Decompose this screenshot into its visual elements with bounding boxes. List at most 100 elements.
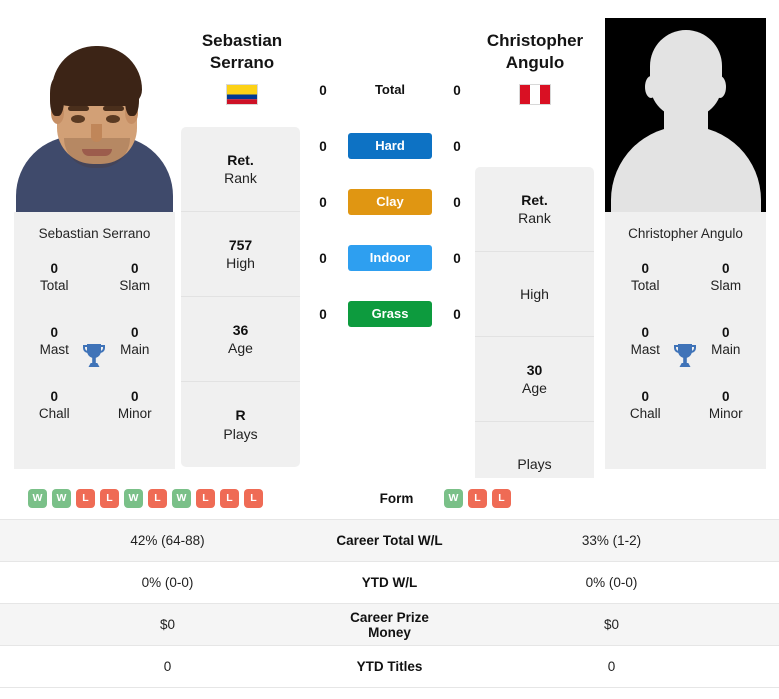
surface-badge-hard: Hard <box>348 133 432 159</box>
titles-row: 0 Mast 0 Main <box>14 325 175 389</box>
silhouette-ear-left <box>645 76 657 98</box>
title-label: Chall <box>629 405 661 421</box>
headshot-illustration <box>14 18 175 212</box>
surface-wins-left: 0 <box>319 194 327 210</box>
form-badge-loss: L <box>148 489 167 508</box>
surface-wins-left: 0 <box>319 138 327 154</box>
stat-rank-left: Ret. Rank <box>181 127 300 212</box>
form-cell-right: WLL <box>430 489 779 508</box>
form-badges-left: WWLLWLWLLL <box>28 489 363 508</box>
headshot-brow-left <box>68 106 89 111</box>
headshot-mouth <box>82 149 112 156</box>
trophy-icon <box>669 340 703 374</box>
stat-rank-right: Ret. Rank <box>475 167 594 252</box>
ytd-wl-right: 0% (0-0) <box>585 575 638 590</box>
player-name-right-line2: Angulo <box>505 53 565 73</box>
stat-plays-left: R Plays <box>181 382 300 467</box>
stat-value: R <box>235 407 246 424</box>
titles-row: 0 Mast 0 Main <box>605 325 766 389</box>
title-value: 0 <box>130 261 139 276</box>
headshot-eye-left <box>71 115 85 123</box>
stat-value: Ret. <box>227 151 254 168</box>
table-row-form: WWLLWLWLLL Form WLL <box>0 478 779 520</box>
player-name-caption-left: Sebastian Serrano <box>14 212 175 255</box>
stat-value: 757 <box>228 236 253 253</box>
form-badge-win: W <box>444 489 463 508</box>
titles-grid-right: 0 Total 0 Slam 0 Mast 0 Main 0 Chall 0 M… <box>605 255 766 469</box>
table-row-ytd-wl: 0% (0-0) YTD W/L 0% (0-0) <box>0 562 779 604</box>
trophy-icon <box>78 340 112 374</box>
surface-wins-right: 0 <box>453 306 461 322</box>
player-photo-left <box>14 18 175 212</box>
form-badge-loss: L <box>492 489 511 508</box>
stat-age-right: 30 Age <box>475 337 594 422</box>
title-slam-right: 0 Slam <box>686 261 767 325</box>
stat-label: Plays <box>517 456 552 473</box>
surface-row-total: 0 Total 0 <box>310 62 470 118</box>
title-label: Slam <box>119 277 151 293</box>
row-label-career-total-wl: Career Total W/L <box>336 533 443 548</box>
form-badge-loss: L <box>100 489 119 508</box>
table-row-career-total-wl: 42% (64-88) Career Total W/L 33% (1-2) <box>0 520 779 562</box>
surface-badge-clay: Clay <box>348 189 432 215</box>
titles-grid-left: 0 Total 0 Slam 0 Mast 0 Main 0 Chall 0 M… <box>14 255 175 469</box>
form-badge-win: W <box>28 489 47 508</box>
surface-badge-grass: Grass <box>348 301 432 327</box>
title-chall-right: 0 Chall <box>605 389 686 453</box>
silhouette-placeholder-icon <box>605 18 766 212</box>
form-badge-loss: L <box>244 489 263 508</box>
surface-wins-right: 0 <box>453 138 461 154</box>
player-comparison-header: Sebastian Serrano 0 Total 0 Slam 0 Mast <box>0 0 779 507</box>
silhouette-body <box>610 126 761 212</box>
career-total-wl-right: 33% (1-2) <box>581 533 642 548</box>
title-total-right: 0 Total <box>605 261 686 325</box>
career-prize-money-right: $0 <box>603 617 620 632</box>
surface-badge-total: Total <box>374 82 406 97</box>
stat-label: Age <box>522 380 547 396</box>
surface-row-grass: 0 Grass 0 <box>310 286 470 342</box>
player-photo-right <box>605 18 766 212</box>
surface-row-hard: 0 Hard 0 <box>310 118 470 174</box>
headshot-brow-right <box>103 106 124 111</box>
career-total-wl-left: 42% (64-88) <box>130 533 205 548</box>
player-header-left: Sebastian Serrano <box>177 30 307 105</box>
stat-high-right: High <box>475 252 594 337</box>
headshot-eye-right <box>106 115 120 123</box>
player-name-left-line1: Sebastian <box>201 31 283 50</box>
form-badge-win: W <box>124 489 143 508</box>
stat-label: Rank <box>224 170 257 186</box>
row-label-form: Form <box>379 491 414 506</box>
stat-value: 30 <box>526 361 543 378</box>
peru-flag <box>519 83 551 105</box>
player-card-left: Sebastian Serrano 0 Total 0 Slam 0 Mast <box>14 18 175 469</box>
player-name-left-line2: Serrano <box>209 53 275 73</box>
title-value: 0 <box>50 261 58 276</box>
surface-wins-right: 0 <box>453 194 461 210</box>
row-label-ytd-titles: YTD Titles <box>356 659 423 674</box>
titles-row: 0 Chall 0 Minor <box>14 389 175 453</box>
title-label: Minor <box>708 405 743 421</box>
title-label: Total <box>630 277 660 293</box>
stat-label: High <box>520 285 549 302</box>
title-label: Chall <box>38 405 70 421</box>
surface-row-clay: 0 Clay 0 <box>310 174 470 230</box>
player-name-right-line1: Christopher <box>486 31 584 50</box>
form-cell-left: WWLLWLWLLL <box>0 489 363 508</box>
title-chall-left: 0 Chall <box>14 389 95 453</box>
row-label-ytd-wl: YTD W/L <box>361 575 418 590</box>
title-slam-left: 0 Slam <box>95 261 176 325</box>
form-badge-loss: L <box>468 489 487 508</box>
stat-label: High <box>226 255 255 271</box>
player-name-right: Christopher Angulo <box>470 30 600 75</box>
stat-label: Rank <box>518 210 551 226</box>
title-total-left: 0 Total <box>14 261 95 325</box>
title-label: Total <box>39 277 69 293</box>
surface-wins-left: 0 <box>319 82 327 98</box>
headshot-hair-side-left <box>50 78 64 116</box>
form-badge-win: W <box>52 489 71 508</box>
headshot-nose <box>91 124 102 142</box>
title-value: 0 <box>721 261 730 276</box>
stat-stack-right: Ret. Rank High 30 Age Plays <box>475 167 594 507</box>
title-value: 0 <box>721 389 730 404</box>
colombia-flag <box>226 83 258 105</box>
